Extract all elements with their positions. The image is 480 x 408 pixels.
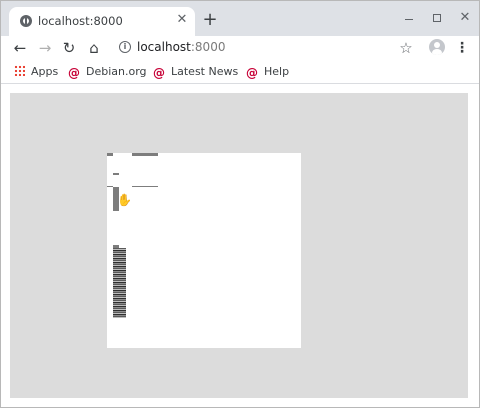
debian-swirl-icon: @ xyxy=(153,66,165,80)
bookmark-label: Help xyxy=(264,65,290,78)
toolbar: ← → ↻ ⌂ i localhost:8000 ☆ ⋮ xyxy=(1,36,479,61)
home-button[interactable]: ⌂ xyxy=(85,39,103,57)
debian-swirl-icon: @ xyxy=(246,66,258,80)
doc-rule-right xyxy=(132,186,158,187)
apps-grid-icon xyxy=(14,65,25,76)
bookmark-label: Apps xyxy=(31,65,59,78)
bookmark-label: Debian.org xyxy=(86,65,147,78)
doc-mark-top-left xyxy=(107,153,113,156)
tab-localhost[interactable]: localhost:8000 ✕ xyxy=(9,7,195,36)
doc-mark-top-bar xyxy=(132,153,158,156)
bookmark-star-icon[interactable]: ☆ xyxy=(397,39,415,57)
url-host: localhost xyxy=(137,40,191,54)
minimize-button[interactable] xyxy=(401,10,417,26)
viewer-canvas[interactable]: ✋ xyxy=(10,93,468,398)
menu-kebab-icon[interactable]: ⋮ xyxy=(453,39,471,57)
close-window-button[interactable]: ✕ xyxy=(457,10,473,26)
close-tab-icon[interactable]: ✕ xyxy=(175,13,189,27)
new-tab-button[interactable]: + xyxy=(200,10,220,30)
bookmarks-bar: Apps @ Debian.org @ Latest News @ Help xyxy=(1,61,479,84)
minimize-icon xyxy=(405,19,413,20)
bookmark-apps[interactable]: Apps xyxy=(14,65,58,81)
tab-strip: localhost:8000 ✕ + ✕ xyxy=(1,1,479,36)
globe-icon xyxy=(20,15,32,27)
bookmark-help[interactable]: @ Help xyxy=(246,65,289,81)
page-viewport: ✋ xyxy=(1,85,479,407)
maximize-icon xyxy=(433,14,441,22)
grab-cursor-icon: ✋ xyxy=(117,193,132,207)
site-info-icon[interactable]: i xyxy=(119,41,131,53)
doc-scan-strip xyxy=(113,248,126,318)
browser-window: localhost:8000 ✕ + ✕ ← → ↻ ⌂ i localhost… xyxy=(0,0,480,408)
url-port: :8000 xyxy=(190,40,226,54)
address-bar[interactable]: i localhost:8000 xyxy=(109,36,429,60)
rendered-document[interactable]: ✋ xyxy=(107,153,301,348)
debian-swirl-icon: @ xyxy=(68,66,80,80)
back-button[interactable]: ← xyxy=(11,39,29,57)
maximize-button[interactable] xyxy=(429,10,445,26)
profile-avatar-icon[interactable] xyxy=(429,39,445,55)
forward-button[interactable]: → xyxy=(36,39,54,57)
bookmark-debian-org[interactable]: @ Debian.org xyxy=(68,65,147,81)
doc-mark-small xyxy=(113,173,119,175)
url-text[interactable]: localhost:8000 xyxy=(137,40,225,54)
reload-button[interactable]: ↻ xyxy=(60,39,78,57)
tab-title: localhost:8000 xyxy=(38,14,123,28)
bookmark-label: Latest News xyxy=(171,65,239,78)
bookmark-latest-news[interactable]: @ Latest News xyxy=(153,65,238,81)
